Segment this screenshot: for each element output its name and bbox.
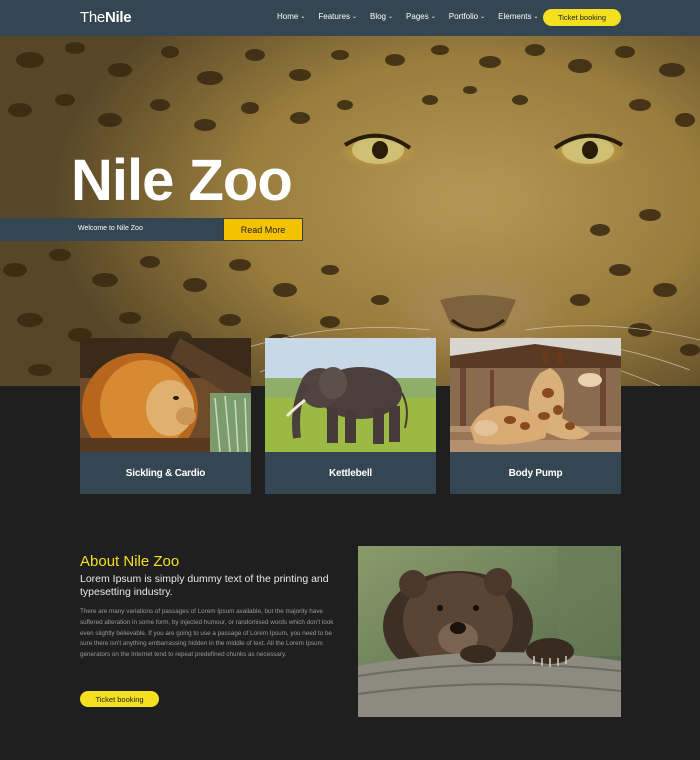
- chevron-down-icon: ⌄: [480, 14, 486, 20]
- main-menu: Home ⌄ Features ⌄ Blog ⌄ Pages ⌄ Portfolio ⌄ …: [277, 12, 552, 21]
- chevron-down-icon: ⌄: [533, 14, 539, 20]
- menu-item-label: Features: [318, 12, 350, 21]
- menu-item-home[interactable]: Home ⌄: [277, 12, 305, 21]
- top-navigation: TheNile Home ⌄ Features ⌄ Blog ⌄ Pages ⌄ Por…: [0, 0, 700, 36]
- about-title: About Nile Zoo: [80, 553, 180, 570]
- read-more-button[interactable]: Read More: [223, 218, 303, 241]
- site-logo[interactable]: TheNile: [80, 9, 132, 26]
- card-elephant[interactable]: Kettlebell: [265, 338, 436, 494]
- card-label: Kettlebell: [328, 467, 372, 479]
- chevron-down-icon: ⌄: [430, 14, 436, 20]
- menu-item-label: Portfolio: [448, 12, 479, 21]
- card-giraffe[interactable]: Body Pump: [450, 338, 621, 494]
- menu-item-label: Elements: [498, 12, 532, 21]
- menu-item-portfolio[interactable]: Portfolio ⌄: [449, 12, 485, 21]
- chevron-down-icon: ⌄: [351, 14, 357, 20]
- card-lion[interactable]: Sickling & Cardio: [80, 338, 251, 494]
- hero-title: Nile Zoo: [71, 148, 293, 213]
- menu-item-features[interactable]: Features ⌄: [318, 12, 357, 21]
- giraffe-image: [450, 338, 621, 452]
- menu-item-pages[interactable]: Pages ⌄: [406, 12, 436, 21]
- elephant-image: [265, 338, 436, 452]
- lion-image: [80, 338, 251, 452]
- page: TheNile Home ⌄ Features ⌄ Blog ⌄ Pages ⌄ Por…: [0, 0, 700, 760]
- about-ticket-booking-button[interactable]: Ticket booking: [80, 691, 159, 707]
- menu-item-elements[interactable]: Elements ⌄: [498, 12, 538, 21]
- card-label: Body Pump: [508, 467, 563, 479]
- logo-prefix: The: [80, 9, 105, 26]
- welcome-text: Welcome to Nile Zoo: [78, 225, 143, 232]
- about-subtitle: Lorem Ipsum is simply dummy text of the …: [80, 573, 329, 598]
- logo-bold: Nile: [104, 9, 132, 26]
- welcome-bar: Welcome to Nile Zoo: [0, 218, 224, 241]
- about-body-text: There are many variations of passages of…: [80, 608, 334, 659]
- ticket-booking-button[interactable]: Ticket booking: [543, 9, 621, 26]
- chevron-down-icon: ⌄: [388, 14, 394, 20]
- bear-image: [358, 546, 621, 717]
- menu-item-label: Pages: [406, 12, 429, 21]
- menu-item-label: Home: [277, 12, 299, 21]
- chevron-down-icon: ⌄: [300, 14, 306, 20]
- menu-item-label: Blog: [369, 12, 386, 21]
- menu-item-blog[interactable]: Blog ⌄: [370, 12, 393, 21]
- card-label: Sickling & Cardio: [125, 467, 206, 479]
